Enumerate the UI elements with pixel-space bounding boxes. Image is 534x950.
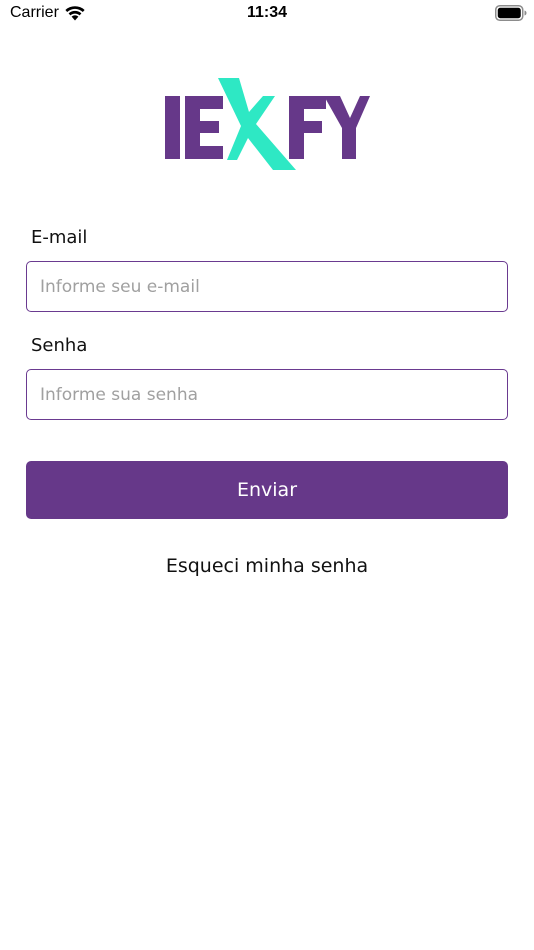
battery-full-icon	[495, 5, 527, 21]
password-input[interactable]	[26, 369, 508, 420]
email-label: E-mail	[31, 227, 88, 248]
submit-button[interactable]: Enviar	[26, 461, 508, 519]
forgot-password-link[interactable]: Esqueci minha senha	[0, 555, 534, 577]
status-time: 11:34	[246, 4, 288, 21]
email-input[interactable]	[26, 261, 508, 312]
iexfy-logo	[165, 78, 370, 170]
status-bar: Carrier 11:34	[0, 0, 534, 30]
password-label: Senha	[31, 335, 88, 356]
login-screen: Carrier 11:34 E-mail Senha Enviar Esquec…	[0, 0, 534, 950]
